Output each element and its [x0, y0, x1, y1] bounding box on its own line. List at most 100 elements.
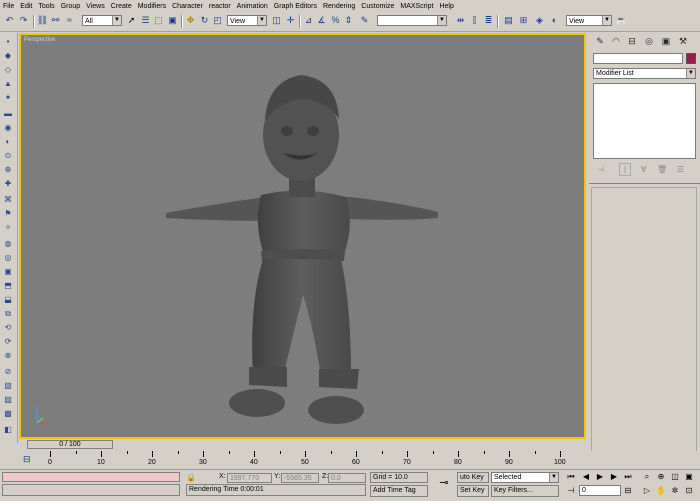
y-coordinate-field[interactable]: -5565.35 [281, 473, 319, 483]
tool-icon-3[interactable]: ◇ [3, 65, 13, 74]
zoom-all-icon[interactable]: ⊕ [656, 472, 666, 481]
previous-frame-icon[interactable]: ◀ [581, 472, 591, 481]
unlink-icon[interactable]: ⚯ [50, 15, 61, 26]
z-coordinate-field[interactable]: 0.0 [328, 473, 366, 483]
spinner-snap-icon[interactable]: ⇕ [343, 15, 354, 26]
rectangular-selection-icon[interactable]: ⬚ [153, 15, 164, 26]
edit-named-selection-icon[interactable]: ✎ [359, 15, 370, 26]
play-icon[interactable]: ▶ [595, 472, 605, 481]
tool-icon-21[interactable]: ⟲ [3, 323, 13, 332]
tool-icon-1[interactable]: ▪ [3, 37, 13, 46]
select-manipulate-icon[interactable]: ✛ [285, 15, 296, 26]
object-color-swatch[interactable] [686, 53, 696, 64]
schematic-view-icon[interactable]: ⊞ [518, 15, 529, 26]
tool-icon-27[interactable]: ▩ [3, 409, 13, 418]
menu-modifiers[interactable]: Modifiers [135, 0, 169, 13]
arc-rotate-icon[interactable]: ✲ [670, 486, 680, 495]
menu-help[interactable]: Help [436, 0, 456, 13]
undo-icon[interactable]: ↶ [4, 15, 15, 26]
maximize-viewport-icon[interactable]: ⊡ [684, 486, 694, 495]
pan-view-icon[interactable]: ✋ [656, 486, 666, 495]
zoom-extents-all-icon[interactable]: ▣ [684, 472, 694, 481]
tool-icon-14[interactable]: ✧ [3, 223, 13, 232]
object-name-field[interactable] [593, 53, 683, 64]
tool-icon-7[interactable]: ◉ [3, 123, 13, 132]
tool-icon-24[interactable]: ⊘ [3, 367, 13, 376]
menu-reactor[interactable]: reactor [206, 0, 234, 13]
pin-stack-icon[interactable]: ⊣ [597, 165, 604, 174]
x-coordinate-field[interactable]: 1997.770 [227, 473, 272, 483]
select-object-icon[interactable]: ➚ [126, 15, 137, 26]
key-icon[interactable]: ⊸ [433, 476, 455, 492]
select-and-move-icon[interactable]: ✥ [185, 15, 196, 26]
go-to-end-icon[interactable]: ⏭ [623, 472, 633, 481]
tool-icon-20[interactable]: ⧉ [3, 309, 13, 318]
named-selection-dropdown[interactable]: ▼ [377, 15, 447, 26]
show-end-result-icon[interactable]: | [619, 163, 631, 176]
tool-icon-2[interactable]: ◆ [3, 51, 13, 60]
lock-selection-icon[interactable]: 🔒 [186, 473, 196, 482]
tool-icon-10[interactable]: ⊕ [3, 165, 13, 174]
menu-rendering[interactable]: Rendering [320, 0, 358, 13]
bind-space-warp-icon[interactable]: ≈ [64, 15, 75, 26]
go-to-start-icon[interactable]: ⏮ [566, 472, 576, 481]
tool-icon-23[interactable]: ⊗ [3, 351, 13, 360]
reference-coordinate-dropdown[interactable]: View ▼ [227, 15, 267, 26]
tool-icon-19[interactable]: ⬓ [3, 295, 13, 304]
display-tab-icon[interactable]: ▣ [659, 35, 673, 48]
percent-snap-icon[interactable]: % [330, 15, 341, 26]
menu-file[interactable]: File [0, 0, 17, 13]
select-by-name-icon[interactable]: ☰ [140, 15, 151, 26]
select-and-rotate-icon[interactable]: ↻ [199, 15, 210, 26]
menu-group[interactable]: Group [58, 0, 83, 13]
add-time-tag-button[interactable]: Add Time Tag [370, 485, 428, 497]
menu-maxscript[interactable]: MAXScript [397, 0, 436, 13]
tool-icon-22[interactable]: ⟳ [3, 337, 13, 346]
utilities-tab-icon[interactable]: ⚒ [676, 35, 690, 48]
configure-modifier-sets-icon[interactable]: ☰ [677, 165, 684, 174]
material-editor-icon[interactable]: ◈ [534, 15, 545, 26]
pivot-center-icon[interactable]: ◫ [271, 15, 282, 26]
perspective-viewport[interactable]: Perspective [19, 33, 586, 439]
tool-icon-18[interactable]: ⬒ [3, 281, 13, 290]
redo-icon[interactable]: ↷ [18, 15, 29, 26]
menu-edit[interactable]: Edit [17, 0, 35, 13]
menu-create[interactable]: Create [108, 0, 135, 13]
tool-icon-11[interactable]: ✚ [3, 179, 13, 188]
zoom-extents-icon[interactable]: ◫ [670, 472, 680, 481]
tool-icon-26[interactable]: ▨ [3, 395, 13, 404]
window-crossing-icon[interactable]: ▣ [167, 15, 178, 26]
tool-icon-6[interactable]: ▬ [3, 109, 13, 118]
menu-character[interactable]: Character [169, 0, 206, 13]
make-unique-icon[interactable]: ∀ [641, 165, 646, 174]
render-view-dropdown[interactable]: View ▼ [566, 15, 612, 26]
mirror-icon[interactable]: ⇹ [455, 15, 466, 26]
hierarchy-tab-icon[interactable]: ⊟ [625, 35, 639, 48]
maxscript-listener-mini[interactable] [2, 472, 180, 482]
create-tab-icon[interactable]: ✎ [593, 35, 607, 48]
tool-icon-4[interactable]: ▲ [3, 79, 13, 88]
menu-tools[interactable]: Tools [35, 0, 57, 13]
zoom-icon[interactable]: ⌕ [642, 472, 652, 481]
tool-icon-25[interactable]: ▧ [3, 381, 13, 390]
menu-views[interactable]: Views [83, 0, 108, 13]
select-and-scale-icon[interactable]: ◰ [212, 15, 223, 26]
layer-manager-icon[interactable]: ≣ [483, 15, 494, 26]
menu-graph-editors[interactable]: Graph Editors [271, 0, 320, 13]
modifier-stack-list[interactable] [593, 83, 696, 159]
tool-icon-9[interactable]: ⊙ [3, 151, 13, 160]
quick-render-icon[interactable]: ☕ [616, 15, 627, 26]
angle-snap-icon[interactable]: ∡ [316, 15, 327, 26]
tool-icon-28[interactable]: ◧ [3, 425, 13, 434]
mini-curve-editor-icon[interactable]: ⊟ [23, 454, 31, 465]
set-key-button[interactable]: Set Key [457, 485, 489, 497]
modifier-list-dropdown[interactable]: Modifier List ▼ [593, 68, 696, 79]
current-frame-field[interactable]: 0 [579, 485, 621, 496]
auto-key-button[interactable]: uto Key [457, 472, 489, 483]
tool-icon-16[interactable]: ◎ [3, 253, 13, 262]
next-frame-icon[interactable]: ▶ [609, 472, 619, 481]
render-scene-icon[interactable]: ◐ [549, 15, 560, 26]
key-mode-dropdown[interactable]: Selected ▼ [491, 472, 559, 483]
key-mode-toggle-icon[interactable]: ⊣ [566, 486, 576, 495]
time-slider[interactable]: 0 / 100 [19, 440, 586, 450]
